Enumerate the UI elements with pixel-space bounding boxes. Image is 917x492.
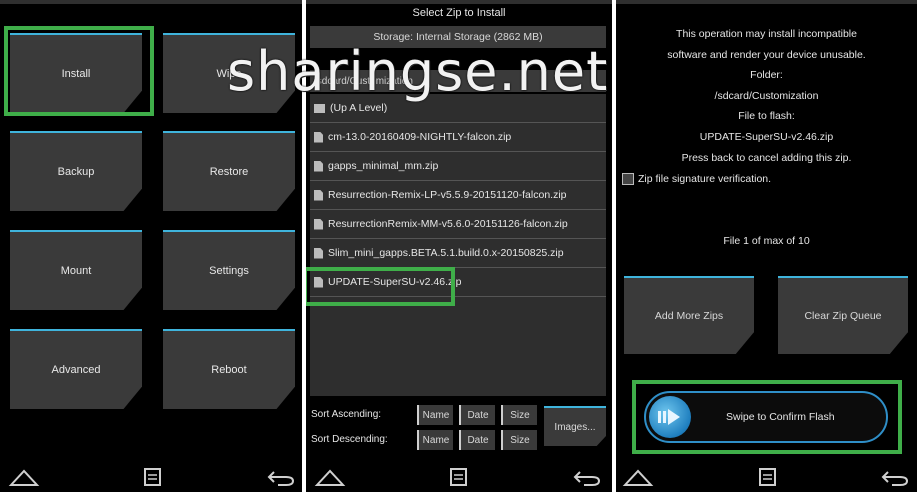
sort-asc-size-button[interactable]: Size xyxy=(501,405,537,425)
file-name: (Up A Level) xyxy=(330,102,388,114)
flash-info: This operation may install incompatible … xyxy=(616,24,917,168)
home-icon[interactable] xyxy=(314,466,346,488)
folder-path: /sdcard/Customization xyxy=(714,89,819,102)
top-bar xyxy=(0,0,302,4)
watermark: sharingse.net xyxy=(227,40,609,103)
swipe-highlight xyxy=(632,380,902,454)
advanced-label: Advanced xyxy=(51,364,101,376)
reboot-button[interactable]: Reboot xyxy=(163,329,295,409)
file-name: ResurrectionRemix-MM-v5.6.0-20151126-fal… xyxy=(328,218,568,230)
top-bar xyxy=(616,0,917,4)
sort-asc-date-button[interactable]: Date xyxy=(459,405,495,425)
nav-bar xyxy=(306,462,612,492)
back-icon[interactable] xyxy=(572,466,602,488)
install-highlight xyxy=(4,26,154,116)
sort-desc-date-button[interactable]: Date xyxy=(459,430,495,450)
file-icon xyxy=(314,160,323,172)
back-icon[interactable] xyxy=(880,466,910,488)
file-label: File to flash: xyxy=(738,110,795,123)
nav-bar xyxy=(0,462,302,492)
list-item[interactable]: ResurrectionRemix-MM-v5.6.0-20151126-fal… xyxy=(310,210,606,239)
sort-desc-size-button[interactable]: Size xyxy=(501,430,537,450)
home-icon[interactable] xyxy=(622,466,654,488)
log-icon[interactable] xyxy=(143,466,163,488)
add-more-label: Add More Zips xyxy=(654,310,724,322)
file-to-flash: UPDATE-SuperSU-v2.46.zip xyxy=(699,130,834,143)
mount-label: Mount xyxy=(60,265,92,277)
list-item[interactable]: Resurrection-Remix-LP-v5.5.9-20151120-fa… xyxy=(310,181,606,210)
file-icon xyxy=(314,247,323,259)
settings-button[interactable]: Settings xyxy=(163,230,295,310)
warning-line-2: software and render your device unusable… xyxy=(667,48,866,61)
warning-line-1: This operation may install incompatible xyxy=(676,28,857,40)
restore-label: Restore xyxy=(209,166,249,178)
file-highlight xyxy=(306,267,455,306)
page-title: Select Zip to Install xyxy=(412,7,506,19)
nav-bar xyxy=(616,462,917,492)
signature-label: Zip file signature verification. xyxy=(638,173,772,185)
file-name: gapps_minimal_mm.zip xyxy=(328,160,439,172)
file-icon xyxy=(314,189,323,201)
backup-button[interactable]: Backup xyxy=(10,131,142,211)
sort-descending-label: Sort Descending: xyxy=(311,434,388,445)
list-item[interactable]: Slim_mini_gapps.BETA.5.1.build.0.x-20150… xyxy=(310,239,606,268)
home-icon[interactable] xyxy=(8,466,40,488)
mount-button[interactable]: Mount xyxy=(10,230,142,310)
file-list[interactable]: (Up A Level) cm-13.0-20160409-NIGHTLY-fa… xyxy=(310,94,606,396)
restore-button[interactable]: Restore xyxy=(163,131,295,211)
clear-zip-queue-button[interactable]: Clear Zip Queue xyxy=(778,276,908,354)
confirm-flash-panel: This operation may install incompatible … xyxy=(616,0,917,492)
sort-ascending-label: Sort Ascending: xyxy=(311,409,382,420)
list-item[interactable]: gapps_minimal_mm.zip xyxy=(310,152,606,181)
add-more-zips-button[interactable]: Add More Zips xyxy=(624,276,754,354)
back-hint: Press back to cancel adding this zip. xyxy=(681,151,852,164)
file-name: Resurrection-Remix-LP-v5.5.9-20151120-fa… xyxy=(328,189,567,201)
advanced-button[interactable]: Advanced xyxy=(10,329,142,409)
file-icon xyxy=(314,131,323,143)
signature-checkbox[interactable]: Zip file signature verification. xyxy=(622,173,771,185)
checkbox-icon xyxy=(622,173,634,185)
sort-asc-name-button[interactable]: Name xyxy=(417,405,453,425)
backup-label: Backup xyxy=(57,166,95,178)
file-icon xyxy=(314,218,323,230)
log-icon[interactable] xyxy=(758,466,778,488)
back-icon[interactable] xyxy=(266,466,296,488)
sort-desc-name-button[interactable]: Name xyxy=(417,430,453,450)
zip-count: File 1 of max of 10 xyxy=(723,235,810,247)
reboot-label: Reboot xyxy=(211,364,247,376)
clear-queue-label: Clear Zip Queue xyxy=(804,310,882,322)
file-name: cm-13.0-20160409-NIGHTLY-falcon.zip xyxy=(328,131,512,143)
settings-label: Settings xyxy=(209,265,249,277)
log-icon[interactable] xyxy=(449,466,469,488)
folder-icon xyxy=(314,103,325,113)
folder-label: Folder: xyxy=(750,69,783,82)
list-item[interactable]: cm-13.0-20160409-NIGHTLY-falcon.zip xyxy=(310,123,606,152)
top-bar xyxy=(306,0,612,4)
images-button[interactable]: Images... xyxy=(544,406,606,446)
file-name: Slim_mini_gapps.BETA.5.1.build.0.x-20150… xyxy=(328,247,564,259)
